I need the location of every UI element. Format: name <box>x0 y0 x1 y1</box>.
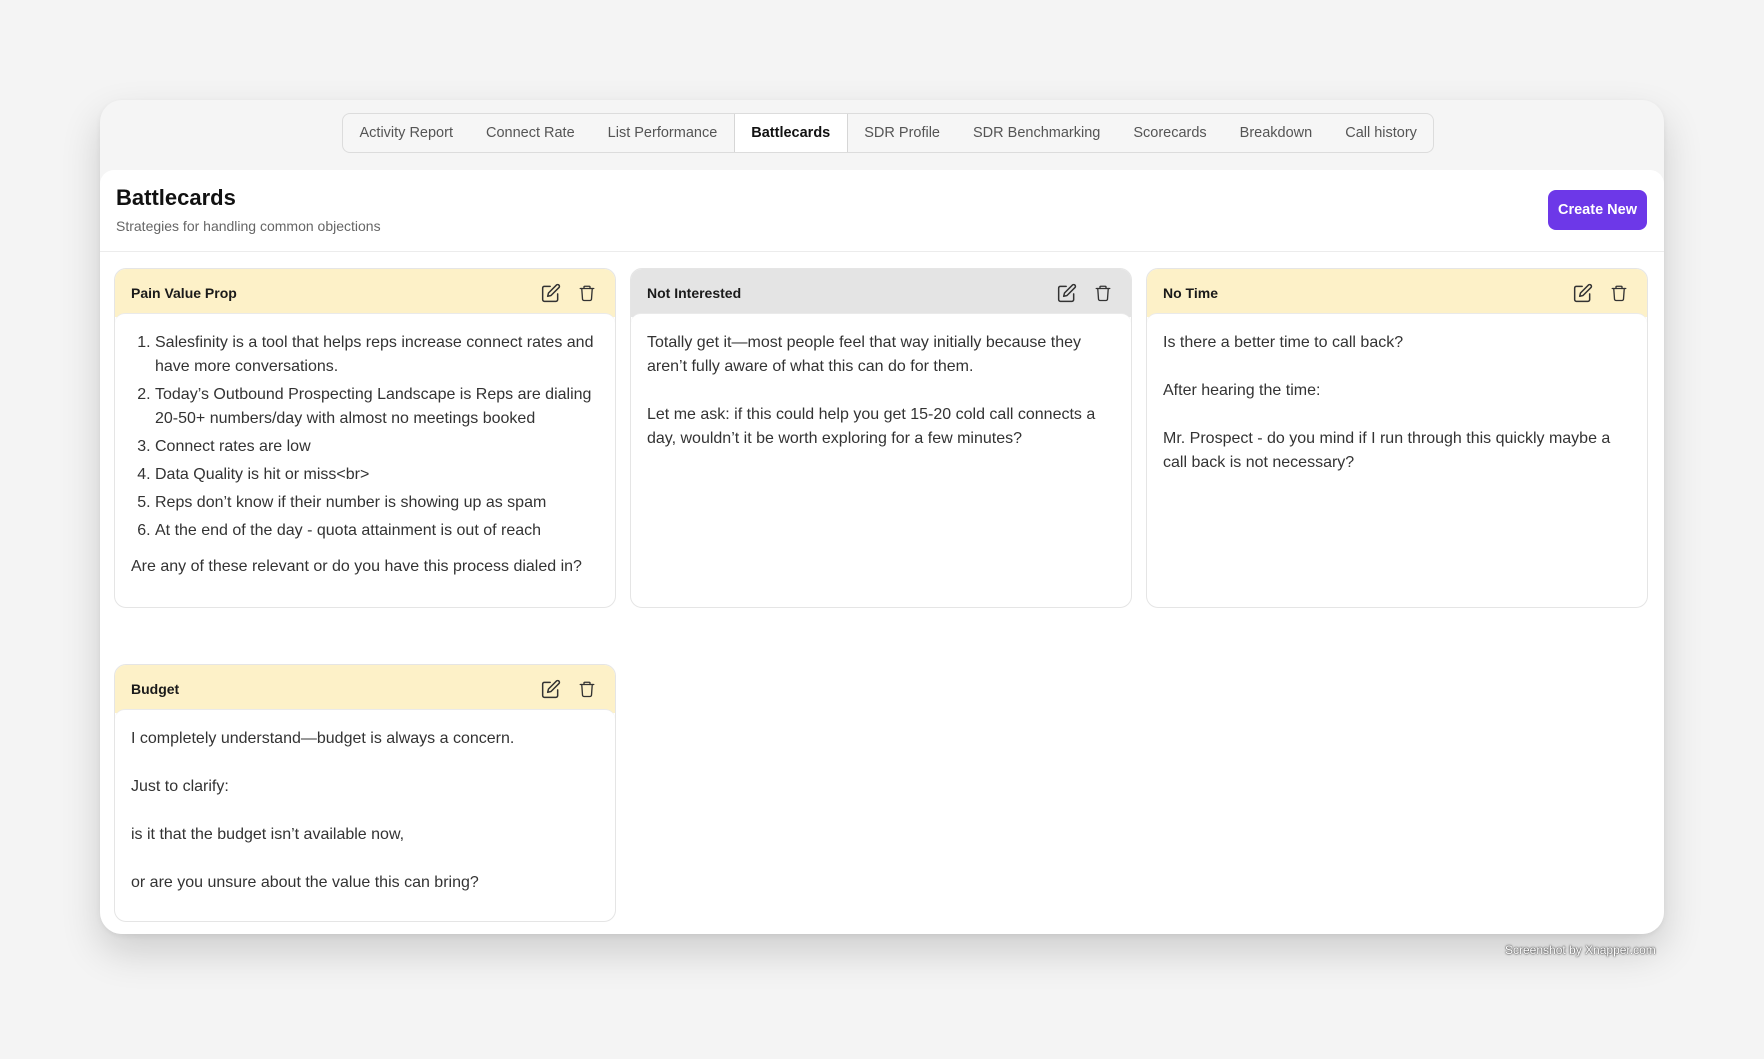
card-header: Not Interested <box>631 269 1131 317</box>
list-item: Connect rates are low <box>155 435 599 459</box>
list-item: Data Quality is hit or miss<br> <box>155 463 599 487</box>
trash-icon[interactable] <box>575 677 599 701</box>
battlecards-panel: Battlecards Strategies for handling comm… <box>100 170 1664 934</box>
card-paragraph: or are you unsure about the value this c… <box>131 874 479 891</box>
card-paragraph: Totally get it—most people feel that way… <box>647 334 1082 375</box>
edit-icon[interactable] <box>539 281 563 305</box>
page-subtitle: Strategies for handling common objection… <box>116 218 381 234</box>
card-actions <box>1055 281 1115 305</box>
tab-activity-report[interactable]: Activity Report <box>343 114 469 152</box>
card-header: Budget <box>115 665 615 713</box>
list-item: Today’s Outbound Prospecting Landscape i… <box>155 383 599 431</box>
tab-sdr-profile[interactable]: SDR Profile <box>848 114 957 152</box>
trash-icon[interactable] <box>1091 281 1115 305</box>
card-paragraph: After hearing the time: <box>1163 382 1321 399</box>
battlecard-pain-value-prop: Pain Value Prop Salesfinity is a tool th… <box>114 268 616 608</box>
watermark: Screenshot by Xnapper.com <box>1505 943 1656 957</box>
card-paragraph: is it that the budget isn’t available no… <box>131 826 405 843</box>
list-item: Reps don’t know if their number is showi… <box>155 491 599 515</box>
card-body: Is there a better time to call back? Aft… <box>1147 313 1647 491</box>
card-title: No Time <box>1163 285 1218 301</box>
card-title: Budget <box>131 681 180 697</box>
card-paragraph: Just to clarify: <box>131 778 229 795</box>
header-divider <box>100 251 1664 252</box>
tab-connect-rate[interactable]: Connect Rate <box>469 114 591 152</box>
tab-sdr-benchmarking[interactable]: SDR Benchmarking <box>957 114 1117 152</box>
tab-call-history[interactable]: Call history <box>1329 114 1434 152</box>
list-item: At the end of the day - quota attainment… <box>155 519 599 543</box>
tab-bar: Activity Report Connect Rate List Perfor… <box>342 113 1435 153</box>
card-title: Pain Value Prop <box>131 285 237 301</box>
card-actions <box>539 677 599 701</box>
card-header: Pain Value Prop <box>115 269 615 317</box>
card-paragraph: Mr. Prospect - do you mind if I run thro… <box>1163 430 1611 471</box>
trash-icon[interactable] <box>1607 281 1631 305</box>
card-body: Totally get it—most people feel that way… <box>631 313 1131 467</box>
battlecard-no-time: No Time Is there a better time to call b… <box>1146 268 1648 608</box>
create-new-button[interactable]: Create New <box>1548 190 1647 230</box>
edit-icon[interactable] <box>1055 281 1079 305</box>
edit-icon[interactable] <box>539 677 563 701</box>
page-title: Battlecards <box>116 185 236 210</box>
tab-scorecards[interactable]: Scorecards <box>1117 114 1223 152</box>
card-body: I completely understand—budget is always… <box>115 709 615 911</box>
card-paragraph: I completely understand—budget is always… <box>131 730 515 747</box>
tab-list-performance[interactable]: List Performance <box>591 114 734 152</box>
card-paragraph: Is there a better time to call back? <box>1163 334 1404 351</box>
card-title: Not Interested <box>647 285 742 301</box>
tab-battlecards[interactable]: Battlecards <box>733 114 848 152</box>
battlecard-budget: Budget I completely understand—budget is… <box>114 664 616 922</box>
card-paragraph: Let me ask: if this could help you get 1… <box>647 406 1096 447</box>
card-header: No Time <box>1147 269 1647 317</box>
value-prop-list: Salesfinity is a tool that helps reps in… <box>131 331 599 543</box>
list-item: Salesfinity is a tool that helps reps in… <box>155 331 599 379</box>
card-paragraph: Are any of these relevant or do you have… <box>131 558 582 575</box>
card-actions <box>1571 281 1631 305</box>
card-actions <box>539 281 599 305</box>
tab-breakdown[interactable]: Breakdown <box>1223 114 1329 152</box>
battlecard-not-interested: Not Interested Totally get it—most peopl… <box>630 268 1132 608</box>
trash-icon[interactable] <box>575 281 599 305</box>
card-body: Salesfinity is a tool that helps reps in… <box>115 313 615 595</box>
edit-icon[interactable] <box>1571 281 1595 305</box>
app-window: Activity Report Connect Rate List Perfor… <box>100 100 1664 934</box>
